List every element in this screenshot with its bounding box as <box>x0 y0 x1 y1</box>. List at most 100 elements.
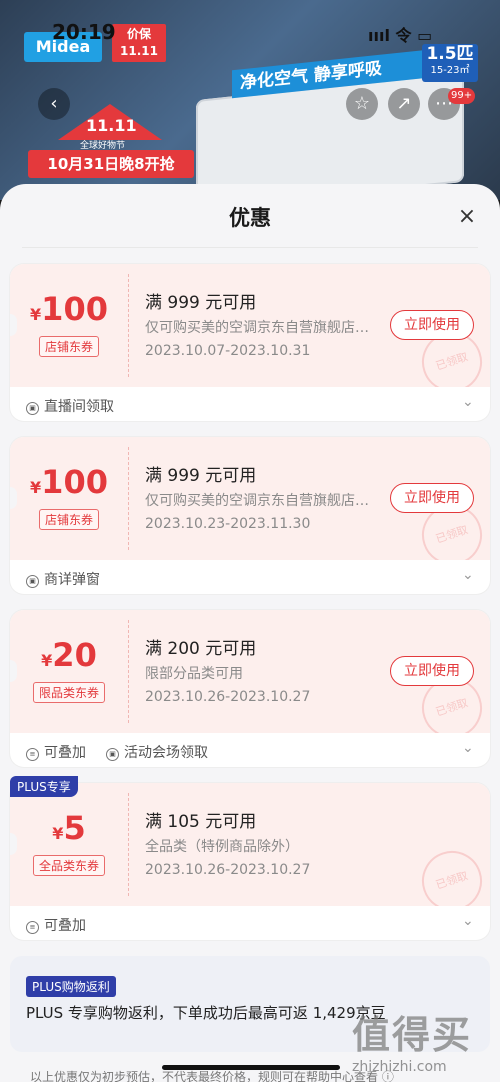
ticket-notch <box>10 660 17 682</box>
product-banner: Midea 价保 11.11 20:19 ıııl 令 ▭ 净化空气 静享呼吸 … <box>0 0 500 200</box>
coupon-description: 仅可购买美的空调京东自营旗舰店部分商品 <box>145 493 373 509</box>
coupon-condition: 满 999 元可用 <box>145 466 257 486</box>
coupon-condition: 满 200 元可用 <box>145 639 257 659</box>
disclaimer-text: 以上优惠仅为初步预估，不代表最终价格，规则可在帮助中心查看 ⓘ <box>30 1070 394 1082</box>
source-icon: ▣ <box>26 402 39 415</box>
source-label: 商详弹窗 <box>44 572 100 588</box>
currency-symbol: ¥ <box>41 651 53 670</box>
coupon-footer[interactable]: ▣ 直播间领取 ⌄ <box>10 387 490 421</box>
dashed-separator <box>128 793 129 896</box>
share-icon[interactable]: ↗ <box>388 88 420 120</box>
coupon-footer[interactable]: ≡ 可叠加 ▣ 活动会场领取 ⌄ <box>10 733 490 767</box>
coupon-type-tag: 店铺东券 <box>38 336 100 357</box>
plus-rebate-text: PLUS 专享购物返利，下单成功后最高可返 1,429京豆 <box>26 1004 386 1022</box>
currency-symbol: ¥ <box>30 305 42 324</box>
coupon-sheet: 优惠 × ¥100 店铺东券 满 999 元可用 仅可购买美的空调京东自营旗舰店… <box>0 184 500 1082</box>
coupon-amount: ¥20 <box>10 636 128 674</box>
promo-title: 11.11 <box>86 116 137 135</box>
coupon-amount-area: ¥100 店铺东券 <box>10 264 128 387</box>
use-now-button[interactable]: 立即使用 <box>390 310 474 340</box>
source-icon: ▣ <box>106 748 119 761</box>
coupon-amount-area: ¥100 店铺东券 <box>10 437 128 560</box>
stack-icon: ≡ <box>26 921 39 934</box>
plus-exclusive-tag: PLUS专享 <box>10 776 78 797</box>
divider <box>22 247 478 248</box>
coupon-body: ¥5 全品类东券 满 105 元可用 全品类（特例商品除外） 2023.10.2… <box>10 783 490 906</box>
coupon-footer[interactable]: ≡ 可叠加 ⌄ <box>10 906 490 940</box>
source-icon: ▣ <box>26 575 39 588</box>
watermark-url: zhizhizhi.com <box>352 1059 447 1075</box>
promo-date: 10月31日晚8开抢 <box>28 150 194 178</box>
spec-badge: 1.5匹 15-23㎡ <box>422 44 478 82</box>
coupon-footer[interactable]: ▣ 商详弹窗 ⌄ <box>10 560 490 594</box>
coupon-amount-area: ¥20 限品类东券 <box>10 610 128 733</box>
coupon-description: 全品类（特例商品除外） <box>145 839 299 855</box>
status-icons: ıııl 令 ▭ <box>368 26 433 45</box>
coupon-body: ¥100 店铺东券 满 999 元可用 仅可购买美的空调京东自营旗舰店部分商品 … <box>10 437 490 560</box>
coupon-body: ¥100 店铺东券 满 999 元可用 仅可购买美的空调京东自营旗舰店部分商品 … <box>10 264 490 387</box>
coupon-source: ▣ 活动会场领取 <box>106 742 208 762</box>
message-count-badge: 99+ <box>448 88 476 104</box>
coupon-stackable: ≡ 可叠加 <box>26 742 86 762</box>
ticket-notch <box>10 487 17 509</box>
dashed-separator <box>128 274 129 377</box>
coupon-validity: 2023.10.07-2023.10.31 <box>145 343 311 359</box>
chevron-down-icon[interactable]: ⌄ <box>462 913 474 929</box>
coupon-description: 限部分品类可用 <box>145 666 243 682</box>
stack-icon: ≡ <box>26 748 39 761</box>
source-label: 直播间领取 <box>44 399 114 415</box>
coupon-source: ▣ 直播间领取 <box>26 396 114 416</box>
chevron-down-icon[interactable]: ⌄ <box>462 394 474 410</box>
dashed-separator <box>128 620 129 723</box>
coupon-card: ¥5 全品类东券 满 105 元可用 全品类（特例商品除外） 2023.10.2… <box>10 776 490 940</box>
amount-value: 20 <box>52 636 97 674</box>
coupon-card: ¥100 店铺东券 满 999 元可用 仅可购买美的空调京东自营旗舰店部分商品 … <box>10 264 490 421</box>
plus-rebate-tag: PLUS购物返利 <box>26 976 116 997</box>
price-protect-badge: 价保 11.11 <box>112 24 166 62</box>
currency-symbol: ¥ <box>30 478 42 497</box>
coupon-card: ¥20 限品类东券 满 200 元可用 限部分品类可用 2023.10.26-2… <box>10 610 490 767</box>
coupon-validity: 2023.10.26-2023.10.27 <box>145 862 311 878</box>
watermark-logo: 值得买 <box>352 1013 473 1057</box>
source-label: 可叠加 <box>44 745 86 761</box>
coupon-amount: ¥5 <box>10 809 128 847</box>
coupon-amount-area: ¥5 全品类东券 <box>10 783 128 906</box>
coupon-source: ▣ 商详弹窗 <box>26 569 100 589</box>
sheet-title: 优惠 <box>229 206 271 230</box>
source-label: 活动会场领取 <box>124 745 208 761</box>
spec-sub: 15-23㎡ <box>430 65 470 76</box>
amount-value: 100 <box>41 290 108 328</box>
back-icon[interactable]: ‹ <box>38 88 70 120</box>
ticket-notch <box>10 833 17 855</box>
site-watermark: 值得买 zhizhizhi.com <box>352 1004 472 1075</box>
chevron-down-icon[interactable]: ⌄ <box>462 740 474 756</box>
coupon-body: ¥20 限品类东券 满 200 元可用 限部分品类可用 2023.10.26-2… <box>10 610 490 733</box>
use-now-button[interactable]: 立即使用 <box>390 656 474 686</box>
dashed-separator <box>128 447 129 550</box>
coupon-type-tag: 全品类东券 <box>32 855 106 876</box>
coupon-condition: 满 999 元可用 <box>145 293 257 313</box>
amount-value: 100 <box>41 463 108 501</box>
status-time: 20:19 <box>52 20 116 44</box>
amount-value: 5 <box>63 809 86 847</box>
coupon-card: ¥100 店铺东券 满 999 元可用 仅可购买美的空调京东自营旗舰店部分商品 … <box>10 437 490 594</box>
coupon-type-tag: 限品类东券 <box>32 682 106 703</box>
close-icon[interactable]: × <box>454 204 480 230</box>
coupon-validity: 2023.10.23-2023.11.30 <box>145 516 311 532</box>
coupon-condition: 满 105 元可用 <box>145 812 257 832</box>
currency-symbol: ¥ <box>52 824 64 843</box>
ticket-notch <box>10 314 17 336</box>
coupon-amount: ¥100 <box>10 290 128 328</box>
coupon-stackable: ≡ 可叠加 <box>26 915 86 935</box>
coupon-description: 仅可购买美的空调京东自营旗舰店部分商品 <box>145 320 373 336</box>
star-icon[interactable]: ☆ <box>346 88 378 120</box>
chevron-down-icon[interactable]: ⌄ <box>462 567 474 583</box>
coupon-type-tag: 店铺东券 <box>38 509 100 530</box>
coupon-validity: 2023.10.26-2023.10.27 <box>145 689 311 705</box>
coupon-amount: ¥100 <box>10 463 128 501</box>
home-indicator[interactable] <box>162 1065 340 1070</box>
source-label: 可叠加 <box>44 918 86 934</box>
spec-main: 1.5匹 <box>426 44 474 64</box>
use-now-button[interactable]: 立即使用 <box>390 483 474 513</box>
claimed-stamp: 已领取 <box>414 843 490 906</box>
